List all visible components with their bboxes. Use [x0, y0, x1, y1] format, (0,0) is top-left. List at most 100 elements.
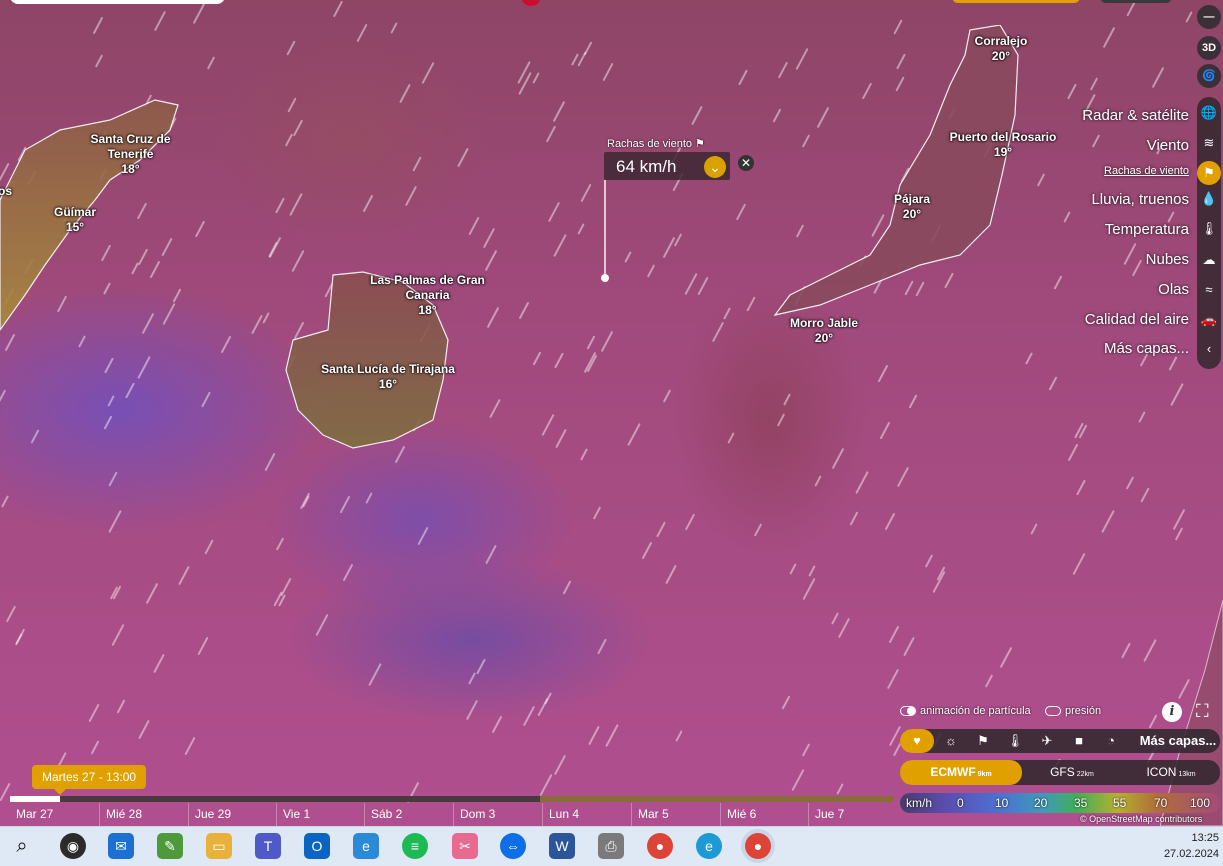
rain-streak — [605, 723, 619, 748]
3d-button[interactable]: 3D — [1197, 36, 1221, 60]
legend-value: 35 — [1074, 796, 1088, 810]
timeline-day[interactable]: Mar 5 — [631, 803, 669, 826]
attribution[interactable]: © OpenStreetMap contributors — [1080, 814, 1202, 824]
rain-streak — [697, 276, 709, 296]
login-button[interactable] — [1100, 0, 1172, 3]
weather-map[interactable]: Santa Cruz de Tenerife 18° Güímar 15° os L… — [0, 0, 1223, 826]
pressure-toggle[interactable]: presión — [1045, 705, 1101, 717]
teamviewer-icon[interactable]: ⇔ — [500, 833, 526, 859]
premium-button[interactable] — [952, 0, 1080, 3]
snipping-tool-icon[interactable]: ✂ — [452, 833, 478, 859]
flag-icon[interactable]: ⚑ — [1197, 161, 1221, 185]
timeline-premium-range — [540, 796, 894, 802]
thermometer-icon[interactable]: 🌡 — [1197, 217, 1221, 241]
rain-streak — [588, 725, 600, 746]
rain-streak — [554, 352, 564, 369]
fullscreen-icon[interactable]: ⛶ — [1196, 701, 1209, 722]
timeline-day[interactable]: Mar 27 — [10, 803, 53, 826]
printer-icon[interactable]: ⎙ — [598, 833, 624, 859]
layer-air-quality[interactable]: Calidad del aire — [1085, 311, 1189, 328]
notepad-icon[interactable]: ✎ — [157, 833, 183, 859]
car-icon[interactable]: 🚗 — [1197, 308, 1221, 332]
waves-icon[interactable]: ≈ — [1197, 278, 1221, 302]
info-icon[interactable]: i — [1162, 702, 1182, 722]
globe-icon[interactable]: 🌐 — [1197, 101, 1221, 125]
flag-icon[interactable]: ⚑ — [970, 729, 996, 753]
cloud-icon[interactable]: ☁ — [1197, 248, 1221, 272]
layer-radar[interactable]: Radar & satélite — [1082, 107, 1189, 124]
rain-streak — [365, 492, 373, 504]
rain-streak — [532, 72, 540, 84]
color-legend[interactable]: km/h 0 10 20 35 55 70 100 — [900, 793, 1220, 813]
layer-waves[interactable]: Olas — [1158, 281, 1189, 298]
chrome-profile-icon[interactable]: ● — [745, 833, 771, 859]
model-icon[interactable]: ICON 13km — [1122, 760, 1220, 785]
rain-streak — [518, 301, 530, 320]
timeline-day[interactable]: Dom 3 — [453, 803, 495, 826]
chrome-icon[interactable]: ● — [647, 833, 673, 859]
toggle-off-icon — [1045, 706, 1061, 717]
word-icon[interactable]: W — [549, 833, 575, 859]
search-icon[interactable]: ⌕ — [9, 833, 35, 859]
rain-streak — [362, 194, 374, 213]
timeline-progress — [10, 796, 60, 802]
close-icon[interactable]: ✕ — [738, 155, 754, 171]
gauge-icon[interactable]: ◔ — [1098, 729, 1124, 753]
zoom-out-button[interactable]: — — [1197, 5, 1221, 29]
rain-streak — [646, 264, 656, 278]
layer-gusts[interactable]: Rachas de viento — [1104, 165, 1189, 177]
timeline-day[interactable]: Sáb 2 — [364, 803, 402, 826]
drop-icon[interactable]: 💧 — [1197, 187, 1221, 211]
particle-toggle[interactable]: animación de partícula — [900, 705, 1031, 717]
timeline-track[interactable] — [10, 796, 894, 802]
edge-icon[interactable]: e — [696, 833, 722, 859]
city-label: Santa Cruz de Tenerife 18° — [90, 132, 171, 176]
sun-cloud-icon[interactable]: ☼ — [938, 729, 964, 753]
thermometer-icon[interactable]: 🌡 — [1002, 729, 1028, 753]
layer-wind[interactable]: Viento — [1147, 137, 1189, 154]
timeline-day[interactable]: Lun 4 — [542, 803, 579, 826]
gust-pointer-line — [604, 180, 606, 278]
outlook-icon[interactable]: O — [304, 833, 330, 859]
hurricane-icon[interactable]: 🌀 — [1197, 64, 1221, 88]
timeline-day[interactable]: Vie 1 — [276, 803, 310, 826]
rain-streak — [1063, 211, 1071, 223]
heart-icon[interactable]: ♥ — [900, 729, 934, 753]
teams-icon[interactable]: T — [255, 833, 281, 859]
chevron-left-icon[interactable]: ‹ — [1197, 337, 1221, 361]
mail-icon[interactable]: ✉ — [108, 833, 134, 859]
rain-streak — [368, 662, 382, 687]
internet-explorer-icon[interactable]: e — [353, 833, 379, 859]
layer-temperature[interactable]: Temperatura — [1105, 221, 1189, 238]
rain-streak — [662, 236, 676, 259]
wind-icon[interactable]: ≋ — [1197, 131, 1221, 155]
obs-icon[interactable]: ◉ — [60, 833, 86, 859]
gust-popup[interactable]: 64 km/h ⌄ — [604, 152, 730, 180]
timeline-day[interactable]: Mié 28 — [99, 803, 142, 826]
rain-streak — [684, 513, 696, 531]
city-label: Corralejo 20° — [974, 34, 1028, 63]
rain-streak — [553, 754, 567, 776]
timeline-day[interactable]: Jue 7 — [808, 803, 844, 826]
spotify-icon[interactable]: ≡ — [402, 833, 428, 859]
timeline-day[interactable]: Jue 29 — [188, 803, 231, 826]
layer-more[interactable]: Más capas... — [1104, 340, 1189, 357]
timeline-day[interactable]: Mié 6 — [720, 803, 756, 826]
rain-streak — [103, 415, 113, 430]
camera-icon[interactable]: ■ — [1066, 729, 1092, 753]
chevron-down-icon[interactable]: ⌄ — [704, 156, 726, 178]
timeline-current[interactable]: Martes 27 - 13:00 — [32, 765, 147, 795]
model-gfs[interactable]: GFS 22km — [1022, 760, 1122, 785]
layer-rain[interactable]: Lluvia, truenos — [1091, 191, 1189, 208]
taskbar: ⌕ ◉ ✉ ✎ ▭ T O e ≡ ✂ ⇔ W ⎙ ● e ● 13:25 27.… — [0, 826, 1223, 866]
layer-clouds[interactable]: Nubes — [1146, 251, 1189, 268]
rain-streak — [417, 526, 429, 546]
search-box[interactable] — [10, 0, 225, 4]
file-explorer-icon[interactable]: ▭ — [206, 833, 232, 859]
more-layers-button[interactable]: Más capas... — [1136, 729, 1220, 753]
model-ecmwf[interactable]: ECMWF 9km — [900, 760, 1022, 785]
model-selector: ECMWF 9km GFS 22km ICON 13km — [900, 760, 1220, 785]
plane-icon[interactable]: ✈ — [1034, 729, 1060, 753]
rain-streak — [1, 495, 9, 508]
clock[interactable]: 13:25 27.02.2024 — [1164, 830, 1219, 862]
